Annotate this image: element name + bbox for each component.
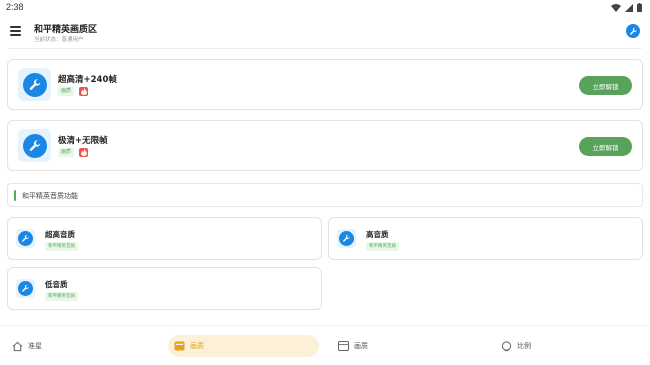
image-icon <box>174 341 185 351</box>
menu-icon[interactable] <box>9 24 23 38</box>
audio-icon-box <box>16 279 35 298</box>
unlock-button[interactable]: 立即解锁 <box>579 76 632 95</box>
nav-label: 画质 <box>190 342 204 350</box>
audio-tag: 和平精英音质 <box>45 292 78 301</box>
bottom-nav: 准星 画质 画质 比例 <box>0 325 650 365</box>
fire-icon <box>79 87 89 96</box>
home-icon <box>12 341 23 351</box>
nav-item-ratio[interactable]: 比例 <box>495 335 537 357</box>
status-icons <box>611 3 642 12</box>
audio-title: 低音质 <box>45 280 68 289</box>
section-title: 和平精英音质功能 <box>22 192 78 200</box>
audio-icon-box <box>337 229 356 248</box>
wrench-icon <box>339 231 354 246</box>
wrench-icon <box>22 72 47 97</box>
page-title: 和平精英画质区 <box>34 25 98 35</box>
wrench-icon <box>22 133 47 158</box>
wrench-icon <box>18 231 33 246</box>
feature-card: 超高清+240帧 画质 立即解锁 <box>7 59 643 110</box>
header-divider <box>8 48 642 49</box>
unlock-button[interactable]: 立即解锁 <box>579 137 632 156</box>
feature-tag: 画质 <box>58 148 75 157</box>
app-bar: 和平精英画质区 当前状态：普通用户 <box>0 16 650 46</box>
audio-title: 超高音质 <box>45 230 75 239</box>
nav-label: 比例 <box>517 342 531 350</box>
wrench-icon[interactable] <box>626 24 640 38</box>
audio-tag: 和平精英音质 <box>366 242 399 251</box>
image-icon <box>338 341 349 351</box>
feature-title: 超高清+240帧 <box>58 75 117 85</box>
wifi-icon <box>611 3 621 12</box>
nav-item-crosshair[interactable]: 准星 <box>6 335 48 357</box>
audio-tag: 和平精英音质 <box>45 242 78 251</box>
nav-label: 准星 <box>28 342 42 350</box>
feature-icon-box <box>18 68 51 101</box>
feature-icon-box <box>18 129 51 162</box>
nav-item-quality[interactable]: 画质 <box>332 335 374 357</box>
audio-card[interactable]: 高音质 和平精英音质 <box>328 217 643 260</box>
user-status: 当前状态：普通用户 <box>34 37 84 43</box>
signal-icon <box>625 3 633 12</box>
section-header: 和平精英音质功能 <box>7 183 643 207</box>
feature-title: 极清+无限帧 <box>58 136 108 146</box>
fire-icon <box>79 148 89 157</box>
section-accent-bar <box>14 190 16 201</box>
audio-card[interactable]: 低音质 和平精英音质 <box>7 267 322 310</box>
feature-card: 极清+无限帧 画质 立即解锁 <box>7 120 643 171</box>
battery-icon <box>637 3 642 12</box>
nav-label: 画质 <box>354 342 368 350</box>
nav-item-quality-active[interactable]: 画质 <box>168 335 319 357</box>
audio-title: 高音质 <box>366 230 389 239</box>
status-time: 2:38 <box>6 2 24 12</box>
wrench-icon <box>18 281 33 296</box>
aspect-icon <box>501 340 512 351</box>
feature-tag: 画质 <box>58 87 75 96</box>
audio-icon-box <box>16 229 35 248</box>
status-bar: 2:38 <box>0 0 650 16</box>
audio-card[interactable]: 超高音质 和平精英音质 <box>7 217 322 260</box>
